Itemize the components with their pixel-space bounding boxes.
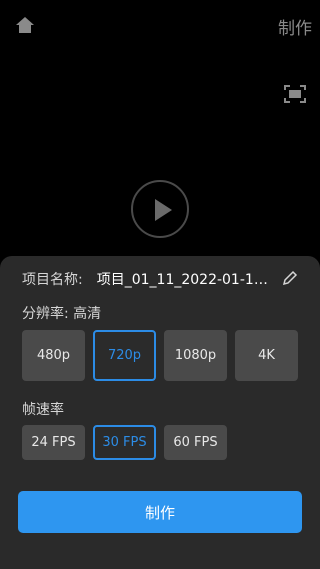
fps-option-30[interactable]: 30 FPS xyxy=(93,425,156,460)
resolution-option-4k[interactable]: 4K xyxy=(235,330,298,381)
make-button[interactable]: 制作 xyxy=(18,491,302,533)
export-settings-panel: 项目名称: 项目_01_11_2022-01-11-1... 分辨率: 高清 4… xyxy=(0,256,320,569)
home-button[interactable] xyxy=(14,14,36,36)
resolution-option-720p[interactable]: 720p xyxy=(93,330,156,381)
resolution-option-1080p[interactable]: 1080p xyxy=(164,330,227,381)
project-name-label: 项目名称: xyxy=(22,272,83,288)
fps-option-60[interactable]: 60 FPS xyxy=(164,425,227,460)
video-preview: 制作 xyxy=(0,0,320,256)
frame-rate-label: 帧速率 xyxy=(22,402,64,418)
edit-name-button[interactable] xyxy=(282,270,298,286)
fullscreen-icon xyxy=(284,85,306,103)
resolution-label: 分辨率: 高清 xyxy=(22,306,102,322)
home-icon xyxy=(16,17,34,33)
fps-option-24[interactable]: 24 FPS xyxy=(22,425,85,460)
play-button[interactable] xyxy=(131,180,189,238)
project-name-row: 项目名称: 项目_01_11_2022-01-11-1... xyxy=(22,269,302,289)
pencil-icon xyxy=(282,270,298,286)
make-top-button[interactable]: 制作 xyxy=(278,14,312,39)
project-name-value: 项目_01_11_2022-01-11-1... xyxy=(96,272,275,288)
fullscreen-button[interactable] xyxy=(283,84,307,104)
resolution-option-480p[interactable]: 480p xyxy=(22,330,85,381)
play-icon xyxy=(155,199,172,221)
